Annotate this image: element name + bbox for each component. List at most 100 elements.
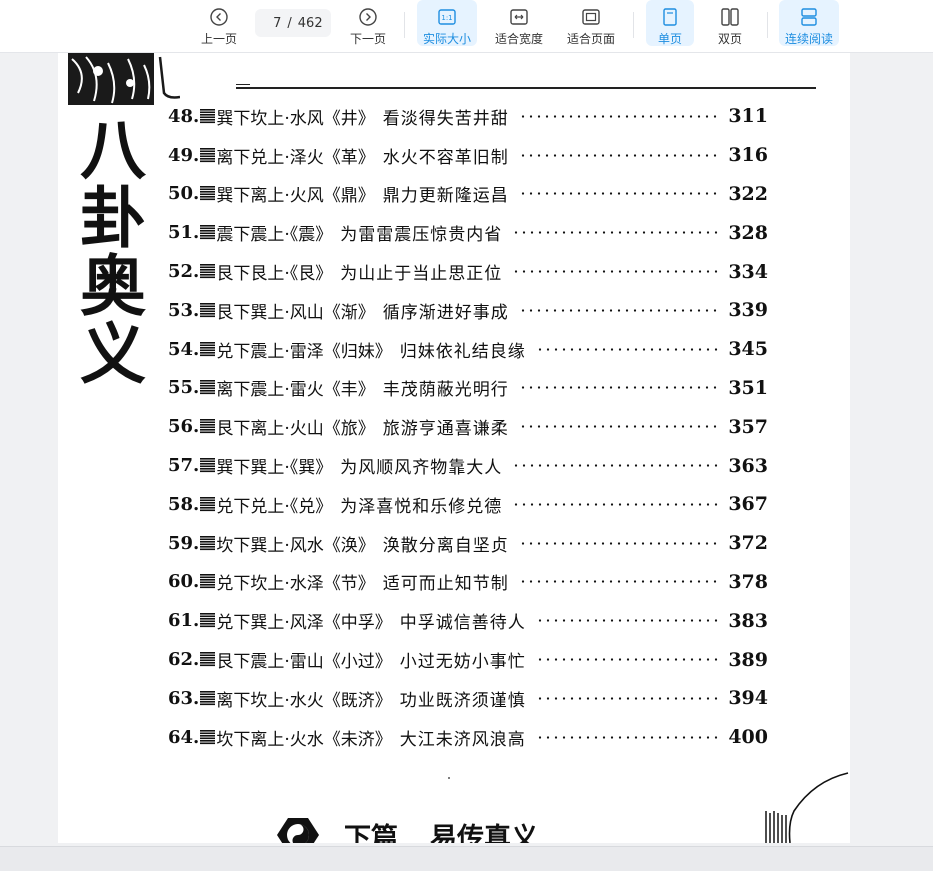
- toc-leader-dots: [518, 386, 721, 390]
- toc-entry-title: 艮下离上·火山《旅》: [216, 419, 375, 440]
- toc-entry-subtitle: 大江未济风浪高: [399, 729, 526, 750]
- toc-leader-dots: [535, 696, 721, 700]
- prev-page-button[interactable]: 上一页: [196, 0, 242, 46]
- hexagram-icon: [200, 264, 216, 279]
- single-page-label: 单页: [657, 32, 682, 46]
- toc-entry-subtitle: 小过无妨小事忙: [399, 652, 526, 673]
- toc-row[interactable]: 52. 艮下艮上·《艮》 为山止于当止思正位 334: [168, 252, 768, 291]
- fit-page-label: 适合页面: [566, 32, 615, 46]
- toc-row[interactable]: 49. 离下兑上·泽火《革》 水火不容革旧制 316: [168, 136, 768, 175]
- toc-leader-dots: [518, 114, 721, 118]
- toolbar-divider: [767, 12, 768, 38]
- actual-size-icon: 1:1: [438, 9, 456, 25]
- toc-row[interactable]: 54. 兑下震上·雷泽《归妹》 归妹依礼结良缘 345: [168, 330, 768, 369]
- toc-entry-number: 55.: [168, 377, 200, 399]
- horizontal-scrollbar[interactable]: [0, 846, 933, 871]
- single-page-icon: [663, 8, 677, 26]
- toc-row[interactable]: 51. 震下震上·《震》 为雷雷震压惊贵内省 328: [168, 213, 768, 252]
- toc-entry-subtitle: 适可而止知节制: [382, 574, 509, 595]
- toc-entry-subtitle: 旅游亨通喜谦柔: [382, 419, 509, 440]
- toc-leader-dots: [512, 502, 721, 506]
- fit-page-button[interactable]: 适合页面: [562, 0, 620, 46]
- toc-entry-subtitle: 归妹依礼结良缘: [399, 341, 526, 362]
- toc-entry-number: 51.: [168, 222, 200, 244]
- toc-entry-number: 60.: [168, 571, 200, 593]
- toc-row[interactable]: 62. 艮下震上·雷山《小过》 小过无妨小事忙 389: [168, 640, 768, 679]
- toc-entry-number: 63.: [168, 687, 200, 709]
- double-page-button[interactable]: 双页: [706, 0, 754, 46]
- hexagram-icon: [200, 496, 216, 511]
- toc-entry-page: 311: [728, 105, 768, 128]
- toc-entry-title: 震下震上·《震》: [216, 225, 333, 246]
- actual-size-button[interactable]: 1:1 实际大小: [417, 0, 477, 46]
- page-mark: [448, 777, 450, 779]
- hexagram-icon: [200, 186, 216, 201]
- toc-row[interactable]: 61. 兑下巽上·风泽《中孚》 中孚诚信善待人 383: [168, 601, 768, 640]
- toc-leader-dots: [518, 153, 721, 157]
- toc-row[interactable]: 60. 兑下坎上·水泽《节》 适可而止知节制 378: [168, 563, 768, 602]
- page-indicator: / 462: [255, 9, 331, 37]
- toolbar-divider: [404, 12, 405, 38]
- toc-entry-page: 383: [728, 609, 768, 632]
- toc-row[interactable]: 53. 艮下巽上·风山《渐》 循序渐进好事成 339: [168, 291, 768, 330]
- continuous-reading-button[interactable]: 连续阅读: [779, 0, 839, 46]
- yin-yang-icon: [277, 818, 319, 843]
- toc-leader-dots: [512, 231, 721, 235]
- toc-leader-dots: [535, 347, 721, 351]
- toc-entry-number: 62.: [168, 649, 200, 671]
- toc-row[interactable]: 63. 离下坎上·水火《既济》 功业既济须谨慎 394: [168, 679, 768, 718]
- single-page-button[interactable]: 单页: [646, 0, 694, 46]
- toc-entry-subtitle: 为雷雷震压惊贵内省: [340, 225, 503, 246]
- toc-row[interactable]: 55. 离下震上·雷火《丰》 丰茂荫蔽光明行 351: [168, 369, 768, 408]
- hexagram-icon: [200, 302, 216, 317]
- toc-entry-page: 389: [728, 648, 768, 671]
- toolbar-divider: [633, 12, 634, 38]
- toc-row[interactable]: 50. 巽下离上·火风《鼎》 鼎力更新隆运昌 322: [168, 175, 768, 214]
- hexagram-icon: [200, 108, 216, 123]
- page-separator: /: [287, 15, 292, 31]
- viewer-toolbar: 上一页 / 462 下一页 1:1 实际大小 适合宽度 适合页面: [0, 0, 933, 53]
- toc-leader-dots: [535, 658, 721, 662]
- next-page-button[interactable]: 下一页: [345, 0, 391, 46]
- toc-row[interactable]: 56. 艮下离上·火山《旅》 旅游亨通喜谦柔 357: [168, 407, 768, 446]
- fit-width-label: 适合宽度: [494, 32, 543, 46]
- section-heading: 下篇 易传真义: [276, 815, 636, 843]
- toc-entry-subtitle: 鼎力更新隆运昌: [382, 186, 509, 207]
- toc-row[interactable]: 48. 巽下坎上·水风《井》 看淡得失苦井甜 311: [168, 97, 768, 136]
- toc-leader-dots: [518, 192, 721, 196]
- toc-entry-subtitle: 水火不容革旧制: [382, 147, 509, 168]
- toc-row[interactable]: 59. 坎下巽上·风水《涣》 涣散分离自坚贞 372: [168, 524, 768, 563]
- total-pages: 462: [297, 15, 323, 31]
- toc-row[interactable]: 58. 兑下兑上·《兑》 为泽喜悦和乐修兑德 367: [168, 485, 768, 524]
- toc-leader-dots: [535, 735, 721, 739]
- toc-entry-page: 400: [728, 726, 768, 749]
- toc-entry-number: 53.: [168, 299, 200, 321]
- toc-entry-number: 50.: [168, 183, 200, 205]
- toc-entry-title: 兑下坎上·水泽《节》: [216, 574, 375, 595]
- fit-width-button[interactable]: 适合宽度: [490, 0, 548, 46]
- toc-entry-number: 58.: [168, 493, 200, 515]
- side-title: 八卦奥义: [69, 115, 147, 387]
- toc-entry-page: 367: [728, 493, 768, 516]
- toc-entry-title: 兑下兑上·《兑》: [216, 496, 333, 517]
- toc-entry-number: 59.: [168, 532, 200, 554]
- toc-entry-page: 351: [728, 376, 768, 399]
- toc-entry-title: 兑下巽上·风泽《中孚》: [216, 613, 392, 634]
- toc-entry-number: 48.: [168, 105, 200, 127]
- toc-entry-page: 339: [728, 299, 768, 322]
- hexagram-icon: [200, 341, 216, 356]
- corner-illustration: [68, 53, 180, 105]
- actual-size-label: 实际大小: [422, 32, 471, 46]
- toc-leader-dots: [518, 580, 721, 584]
- toc-entry-title: 艮下巽上·风山《渐》: [216, 302, 375, 323]
- prev-page-label: 上一页: [200, 32, 237, 46]
- toc-row[interactable]: 57. 巽下巽上·《巽》 为风顺风齐物靠大人 363: [168, 446, 768, 485]
- toc-entry-page: 345: [728, 338, 768, 361]
- toc-row[interactable]: 64. 坎下离上·火水《未济》 大江未济风浪高 400: [168, 718, 768, 757]
- toc-entry-title: 坎下巽上·风水《涣》: [216, 535, 375, 556]
- corner-decoration: [765, 772, 849, 843]
- table-of-contents: 48. 巽下坎上·水风《井》 看淡得失苦井甜 311 49. 离下兑上·泽火《革》 水火不容…: [168, 97, 768, 757]
- hexagram-icon: [200, 380, 216, 395]
- toc-entry-title: 巽下离上·火风《鼎》: [216, 186, 375, 207]
- page-number-input[interactable]: [263, 15, 282, 31]
